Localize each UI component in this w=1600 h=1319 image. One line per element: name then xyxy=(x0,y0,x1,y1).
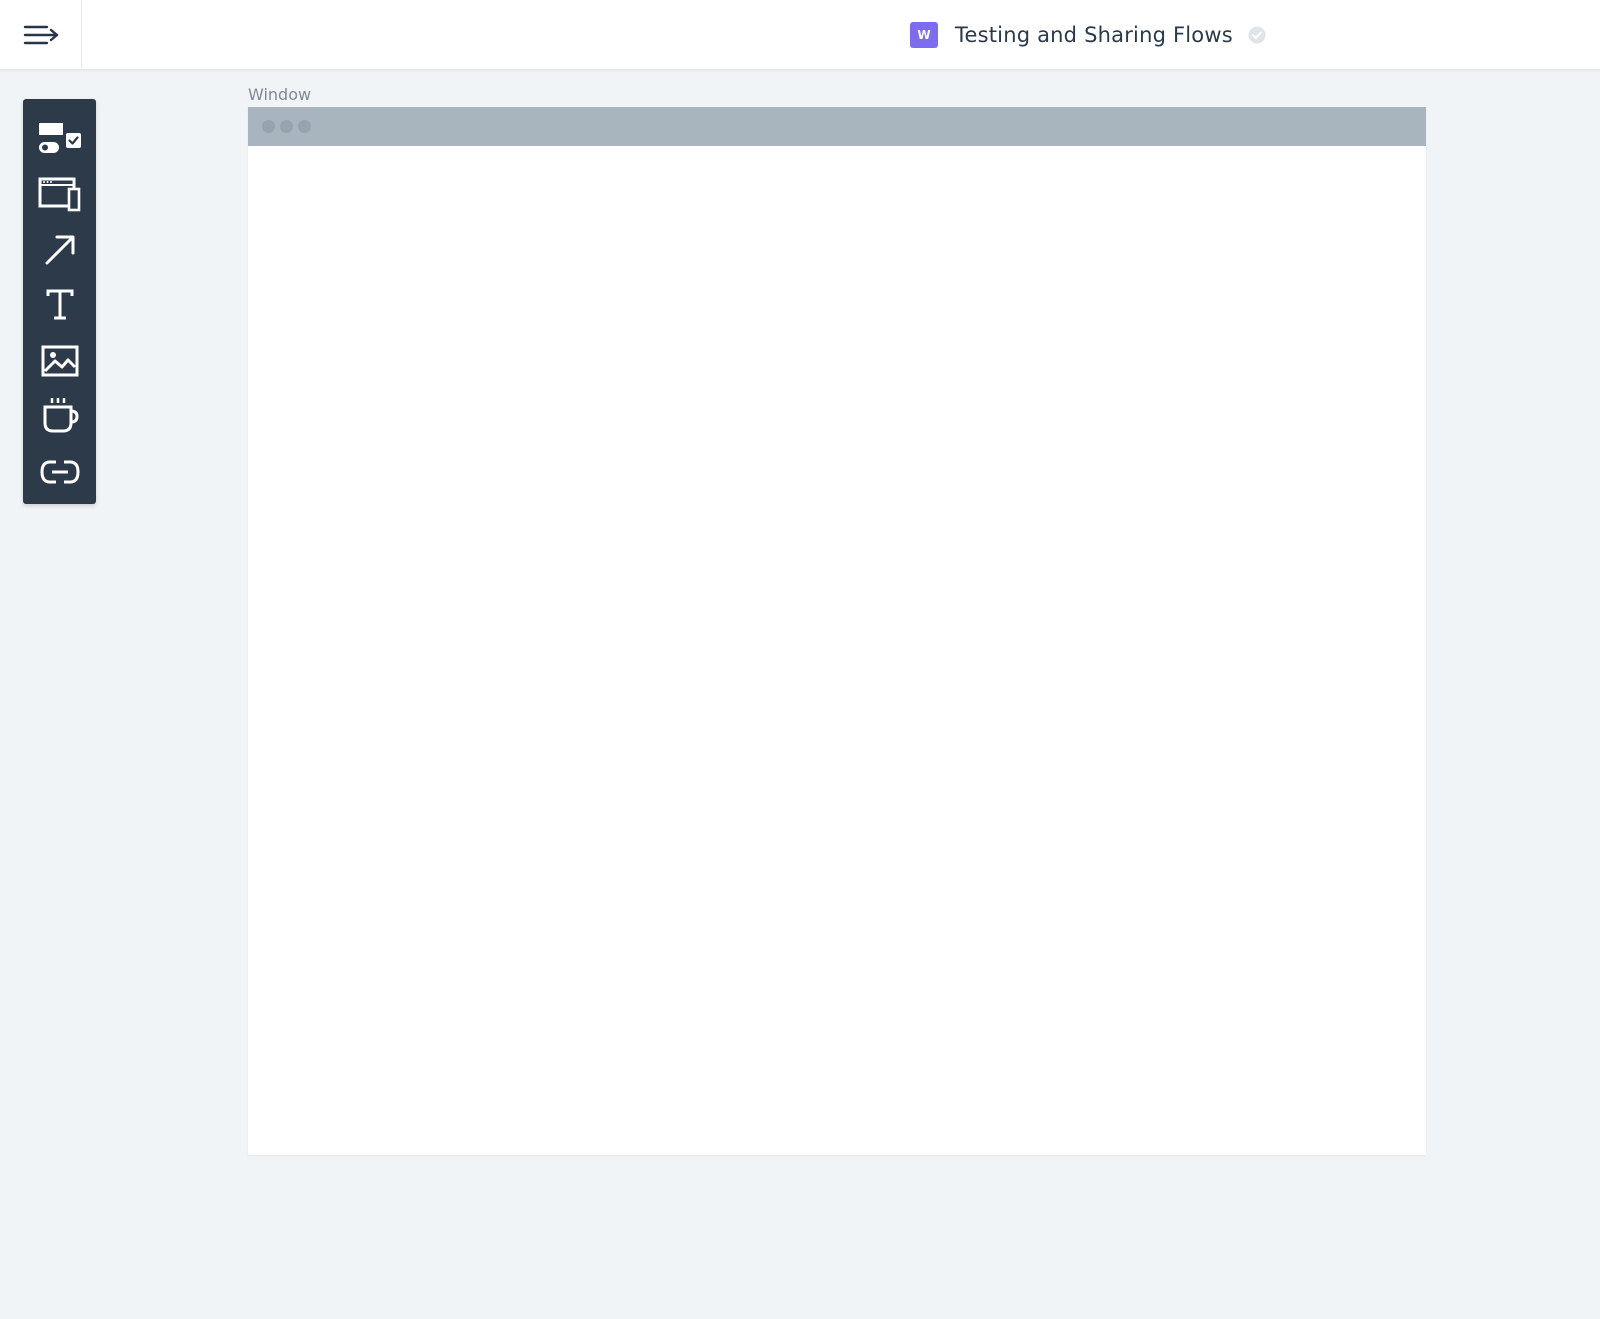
window-titlebar[interactable] xyxy=(248,107,1426,146)
window-dot xyxy=(280,120,293,133)
window-dot xyxy=(262,120,275,133)
window-label: Window xyxy=(248,85,312,104)
tool-text[interactable] xyxy=(23,278,96,334)
menu-collapse-icon xyxy=(23,25,58,44)
workspace-badge[interactable]: W xyxy=(910,22,938,48)
tool-cup[interactable] xyxy=(23,389,96,445)
cup-icon xyxy=(43,398,79,433)
tool-arrow[interactable] xyxy=(23,222,96,278)
arrow-icon xyxy=(45,235,74,265)
menu-toggle-button[interactable] xyxy=(0,0,82,69)
top-bar: W Testing and Sharing Flows xyxy=(0,0,1600,70)
tool-components[interactable] xyxy=(23,111,96,167)
tool-screen[interactable] xyxy=(23,167,96,223)
check-circle-icon xyxy=(1248,26,1266,44)
document-title-area: W Testing and Sharing Flows xyxy=(910,17,1267,53)
link-icon xyxy=(39,460,80,484)
image-icon xyxy=(41,345,78,377)
text-icon xyxy=(46,289,73,320)
document-title[interactable]: Testing and Sharing Flows xyxy=(955,23,1233,47)
window-dot xyxy=(298,120,311,133)
components-icon xyxy=(38,122,81,153)
tool-palette xyxy=(23,99,96,504)
canvas-window[interactable] xyxy=(248,107,1426,1155)
tool-link[interactable] xyxy=(23,444,96,500)
screen-icon xyxy=(38,177,80,212)
tool-image[interactable] xyxy=(23,333,96,389)
